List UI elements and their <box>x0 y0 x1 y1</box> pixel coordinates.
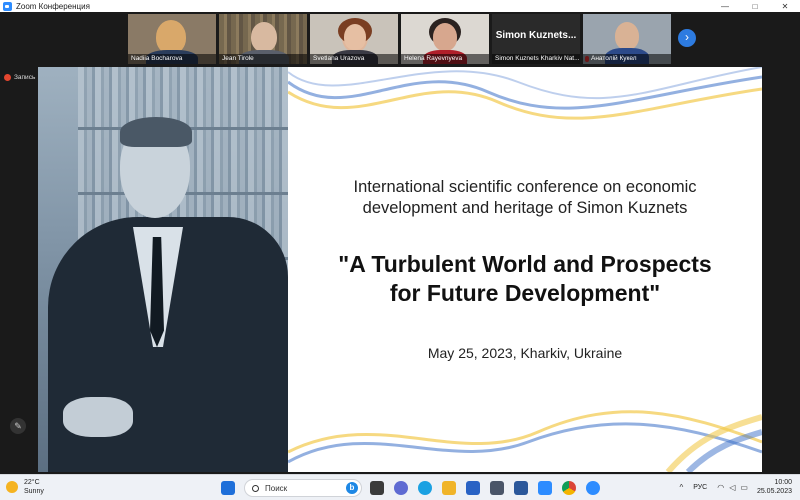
participant-video <box>156 20 186 54</box>
participant-tile[interactable]: Jean Tirole <box>219 14 307 64</box>
title-bar: Zoom Конференция — □ ✕ <box>0 0 800 12</box>
portrait-hair <box>120 117 192 147</box>
participant-video <box>615 22 639 50</box>
weather-text: 22°C Sunny <box>24 478 44 496</box>
record-icon <box>4 73 11 81</box>
calculator-icon[interactable] <box>490 481 504 495</box>
search-icon <box>252 484 259 492</box>
zoom-app-icon <box>3 1 12 11</box>
task-view-icon[interactable] <box>370 481 384 495</box>
title-line-2: for Future Development" <box>389 280 661 306</box>
recording-indicator[interactable]: Запись <box>4 72 35 82</box>
taskbar-search[interactable]: Поиск b <box>244 479 362 497</box>
conference-line-1: International scientific conference on e… <box>353 178 697 196</box>
wave-corner-blue <box>685 429 762 472</box>
weather-temperature: 22°C <box>24 479 40 486</box>
search-placeholder: Поиск <box>265 483 288 493</box>
clock[interactable]: 10:00 25.05.2023 <box>757 478 792 496</box>
zoom-meeting-icon[interactable] <box>586 481 600 495</box>
participant-tile[interactable]: Svetlana Urazova <box>310 14 398 64</box>
zoom-taskbar-icon[interactable] <box>538 481 552 495</box>
language-indicator[interactable]: РУС <box>693 484 707 491</box>
participant-tile[interactable]: Nadiia Bocharova <box>128 14 216 64</box>
wave-top-light <box>288 67 762 100</box>
show-hidden-icons-chevron[interactable]: ^ <box>679 483 683 492</box>
participant-name: Simon Kuznets Kharkiv Nat... <box>492 54 580 64</box>
annotate-pen-icon[interactable]: ✎ <box>10 418 26 434</box>
wifi-icon[interactable]: ◠ <box>717 483 724 492</box>
participant-video <box>433 23 457 51</box>
participant-name: Svetlana Urazova <box>310 54 398 64</box>
windows-taskbar: 22°C Sunny Поиск b ^ РУС ◠ ◁ ▭ 10:00 25.… <box>0 474 800 500</box>
title-line-1: "A Turbulent World and Prospects <box>338 251 712 277</box>
clock-time: 10:00 <box>774 479 792 486</box>
weather-description: Sunny <box>24 488 44 495</box>
clock-date: 25.05.2023 <box>756 488 792 495</box>
edge-icon[interactable] <box>418 481 432 495</box>
participant-name: Jean Tirole <box>219 54 307 64</box>
window-controls: — □ ✕ <box>710 0 800 12</box>
file-explorer-icon[interactable] <box>442 481 456 495</box>
participant-tile[interactable]: Helena Rayevnyeva <box>401 14 489 64</box>
participant-tile[interactable]: Анатолій Кукел <box>583 14 671 64</box>
window-title: Zoom Конференция <box>16 1 90 11</box>
chrome-icon[interactable] <box>562 481 576 495</box>
conference-line-2: development and heritage of Simon Kuznet… <box>362 199 688 217</box>
mail-icon[interactable] <box>466 481 480 495</box>
conference-description: International scientific conference on e… <box>300 177 750 219</box>
participant-strip: Nadiia Bocharova Jean Tirole Svetlana Ur… <box>0 12 800 66</box>
portrait-hand <box>63 397 133 437</box>
maximize-button[interactable]: □ <box>740 0 770 12</box>
participant-name: Nadiia Bocharova <box>128 54 216 64</box>
chat-icon[interactable] <box>394 481 408 495</box>
weather-widget[interactable]: 22°C Sunny <box>6 478 44 496</box>
zoom-window: Zoom Конференция — □ ✕ Nadiia Bocharova … <box>0 0 800 474</box>
conference-title: "A Turbulent World and Prospects for Fut… <box>300 250 750 308</box>
participant-name: Анатолій Кукел <box>583 54 671 64</box>
word-icon[interactable] <box>514 481 528 495</box>
battery-icon[interactable]: ▭ <box>740 483 748 492</box>
recording-label: Запись <box>14 73 36 81</box>
conference-date: May 25, 2023, Kharkiv, Ukraine <box>427 345 623 361</box>
kuznets-portrait <box>38 67 288 472</box>
participant-face <box>344 24 366 50</box>
participant-video <box>251 22 277 52</box>
volume-icon[interactable]: ◁ <box>729 483 735 492</box>
next-participants-button[interactable]: › <box>678 29 696 47</box>
minimize-button[interactable]: — <box>710 0 740 12</box>
wave-bottom-blue <box>288 422 762 464</box>
shared-screen-slide: International scientific conference on e… <box>38 67 762 472</box>
participant-name-placeholder: Simon Kuznets... <box>495 30 577 41</box>
system-tray: ^ РУС ◠ ◁ ▭ 10:00 25.05.2023 <box>679 478 792 496</box>
participant-tile[interactable]: Simon Kuznets... Simon Kuznets Kharkiv N… <box>492 14 580 64</box>
sun-icon <box>6 481 18 493</box>
start-menu-icon[interactable] <box>221 481 235 495</box>
participant-name: Helena Rayevnyeva <box>401 54 489 64</box>
close-button[interactable]: ✕ <box>770 0 800 12</box>
bing-icon[interactable]: b <box>346 482 358 494</box>
